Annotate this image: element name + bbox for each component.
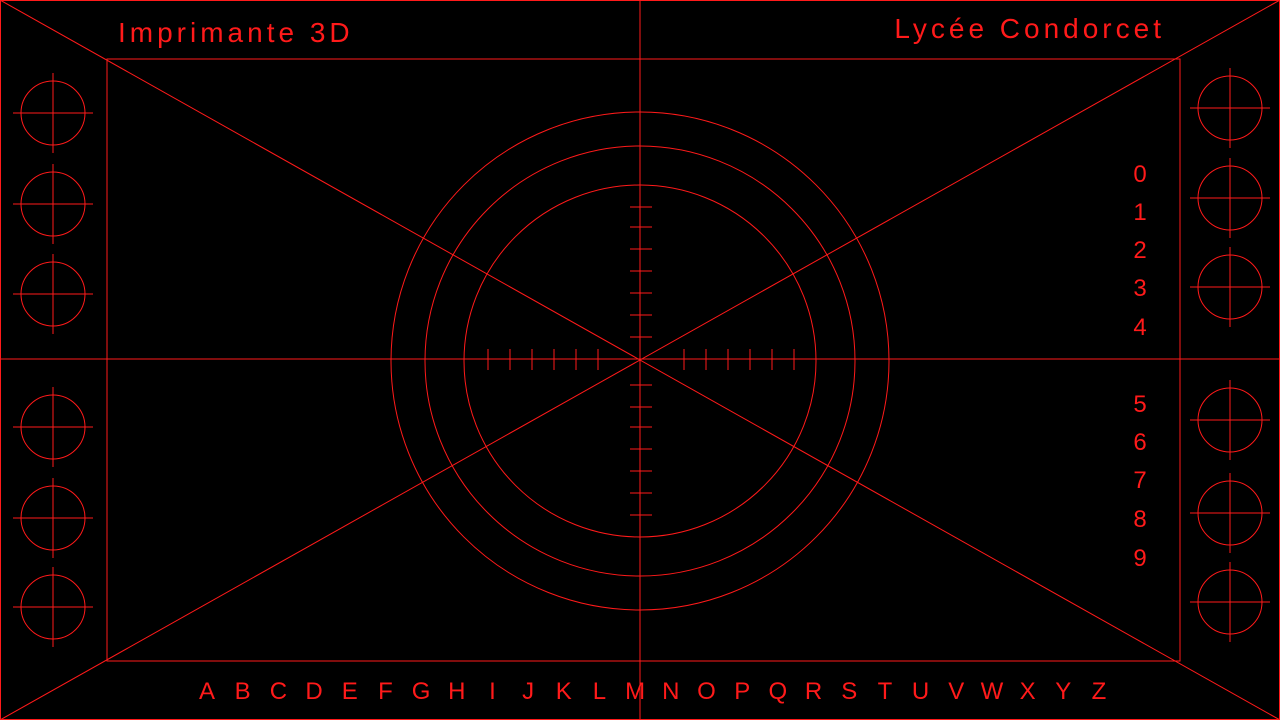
- letter-label: G: [412, 678, 431, 705]
- digit-label: 2: [1133, 237, 1146, 264]
- letter-label: L: [593, 678, 606, 705]
- letter-label: Y: [1055, 678, 1071, 705]
- test-pattern-canvas: Imprimante 3D Lycée Condorcet 0 1 2 3 4 5 6 7 8 9…: [0, 0, 1280, 720]
- letter-label: E: [342, 678, 358, 705]
- crosshair-circle-icon: [1190, 68, 1270, 148]
- letter-label: S: [841, 678, 857, 705]
- crosshair-circle-icon: [13, 254, 93, 334]
- letter-label: N: [662, 678, 679, 705]
- letter-label: Q: [769, 678, 788, 705]
- digit-label: 5: [1133, 391, 1146, 418]
- letter-label: F: [378, 678, 393, 705]
- letter-label: W: [981, 678, 1004, 705]
- crosshair-circle-icon: [13, 73, 93, 153]
- letter-label: P: [734, 678, 750, 705]
- letter-label: R: [805, 678, 822, 705]
- letter-label: U: [912, 678, 929, 705]
- left-title: Imprimante 3D: [118, 17, 354, 48]
- letter-label: H: [448, 678, 465, 705]
- crosshair-circle-icon: [1190, 380, 1270, 460]
- crosshair-circle-icon: [1190, 247, 1270, 327]
- crosshair-circle-icon: [13, 567, 93, 647]
- right-title: Lycée Condorcet: [894, 13, 1165, 44]
- digit-label: 9: [1133, 545, 1146, 572]
- letter-label: Z: [1092, 678, 1107, 705]
- letter-label: C: [270, 678, 287, 705]
- digit-label: 4: [1133, 314, 1146, 341]
- crosshair-circle-icon: [13, 387, 93, 467]
- letter-label: A: [199, 678, 215, 705]
- letter-label: O: [697, 678, 716, 705]
- letter-label: V: [948, 678, 964, 705]
- letter-row: ABCDEFGHIJKLMNOPQRSTUVWXYZ: [199, 678, 1106, 705]
- registration-markers: [13, 68, 1270, 647]
- calibration-pattern: Imprimante 3D Lycée Condorcet 0 1 2 3 4 5 6 7 8 9…: [0, 0, 1280, 720]
- digit-label: 1: [1133, 199, 1146, 226]
- crosshair-circle-icon: [13, 478, 93, 558]
- letter-label: I: [489, 678, 496, 705]
- letter-label: B: [235, 678, 251, 705]
- digit-label: 0: [1133, 161, 1146, 188]
- inner-frame: [106, 58, 1181, 662]
- crosshair-circle-icon: [13, 164, 93, 244]
- crosshair-circle-icon: [1190, 473, 1270, 553]
- digit-label: 3: [1133, 275, 1146, 302]
- digit-label: 7: [1133, 467, 1146, 494]
- letter-label: K: [556, 678, 572, 705]
- crosshair-circle-icon: [1190, 562, 1270, 642]
- letter-label: D: [305, 678, 322, 705]
- letter-label: T: [878, 678, 893, 705]
- letter-label: J: [522, 678, 534, 705]
- digit-column: 0 1 2 3 4 5 6 7 8 9: [1133, 161, 1146, 572]
- crosshair-circle-icon: [1190, 158, 1270, 238]
- letter-label: M: [625, 678, 645, 705]
- letter-label: X: [1020, 678, 1036, 705]
- digit-label: 6: [1133, 429, 1146, 456]
- digit-label: 8: [1133, 506, 1146, 533]
